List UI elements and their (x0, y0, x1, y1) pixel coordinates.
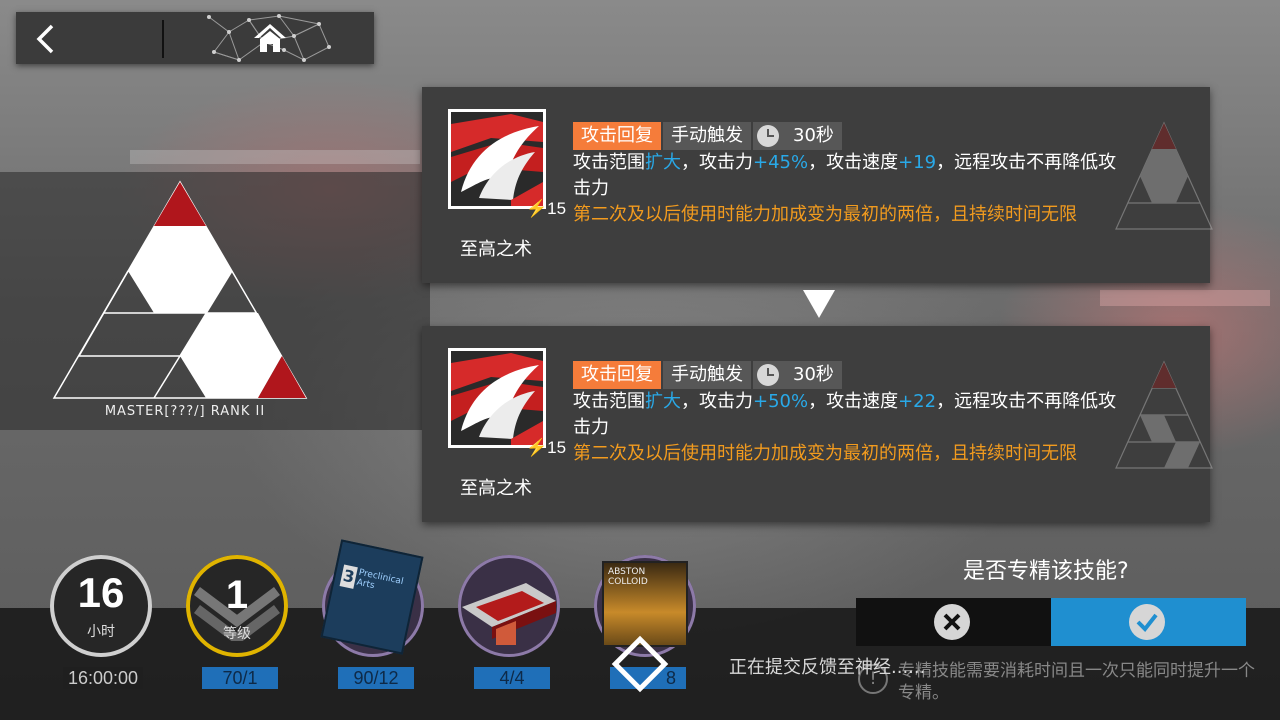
home-icon (254, 24, 286, 52)
mastery-hint: 专精技能需要消耗时间且一次只能同时提升一个专精。 (898, 661, 1255, 703)
sp-cost: ⚡15 (526, 199, 566, 219)
sp-cost-value: 15 (547, 199, 567, 218)
skill-name: 至高之术 (460, 478, 532, 499)
cost-item-book[interactable]: 3 Preclinical Arts 90/12 (320, 539, 428, 695)
book-count: 90/12 (338, 667, 414, 689)
home-button[interactable] (164, 12, 374, 64)
aspd-bonus: +19 (898, 152, 937, 173)
atk-bonus: +45% (753, 152, 809, 173)
chevron-left-icon (36, 24, 54, 54)
claw-emblem-icon (451, 353, 543, 445)
chip-item-icon (462, 583, 556, 645)
top-nav (16, 12, 374, 64)
sp-type-tag: 攻击回复 (573, 122, 661, 150)
current-skill-panel: ⚡15 至高之术 攻击回复 手动触发 30秒 攻击范围扩大，攻击力+45%，攻击… (422, 87, 1213, 283)
mastery-rank-emblem (52, 180, 308, 399)
upgrade-arrow-icon (803, 290, 835, 318)
desc-text: 攻击范围 (573, 152, 645, 173)
claw-emblem-icon (451, 114, 543, 206)
confirm-question: 是否专精该技能? (963, 559, 1129, 584)
skill-name: 至高之术 (460, 239, 532, 260)
sp-cost-value: 15 (547, 438, 567, 457)
desc-text: ，攻击力 (681, 391, 753, 412)
clock-icon (757, 364, 779, 386)
skill-tags: 攻击回复 手动触发 30秒 (573, 361, 842, 389)
duration-value: 30秒 (793, 364, 834, 385)
lightning-icon: ⚡ (526, 199, 548, 218)
sp-cost: ⚡15 (526, 438, 566, 458)
close-icon (934, 604, 970, 640)
desc-highlight: 扩大 (645, 391, 681, 412)
next-skill-panel: ⚡15 至高之术 攻击回复 手动触发 30秒 攻击范围扩大，攻击力+50%，攻击… (422, 326, 1213, 522)
sp-type-tag: 攻击回复 (573, 361, 661, 389)
cost-time: 16 小时 16:00:00 (50, 555, 156, 695)
clock-icon (757, 125, 779, 147)
check-icon (1129, 604, 1165, 640)
skill-tags: 攻击回复 手动触发 30秒 (573, 122, 842, 150)
aspd-bonus: +22 (898, 391, 937, 412)
desc-text: 攻击范围 (573, 391, 645, 412)
lightning-icon: ⚡ (526, 438, 548, 457)
hours-label: 小时 (87, 624, 115, 640)
trigger-tag: 手动触发 (663, 361, 751, 389)
desc-highlight: 扩大 (645, 152, 681, 173)
trigger-tag: 手动触发 (663, 122, 751, 150)
confirm-button[interactable] (1051, 598, 1246, 646)
atk-bonus: +50% (753, 391, 809, 412)
time-remaining: 16:00:00 (63, 667, 143, 689)
desc-text: ，攻击速度 (808, 152, 899, 173)
background-stripe (1100, 290, 1270, 306)
colloid-label: ABSTON COLLOID (608, 567, 648, 587)
duration-tag: 30秒 (753, 361, 842, 389)
skill-description: 攻击范围扩大，攻击力+50%，攻击速度+22，远程攻击不再降低攻击力 第二次及以… (573, 389, 1133, 467)
cost-item-chip[interactable]: 4/4 (458, 555, 564, 695)
duration-tag: 30秒 (753, 122, 842, 150)
desc-text: ，攻击力 (681, 152, 753, 173)
cancel-button[interactable] (856, 598, 1051, 646)
hours-value: 16 (77, 569, 125, 616)
duration-value: 30秒 (793, 125, 834, 146)
rank-triangle-icon (1115, 121, 1213, 230)
back-button[interactable] (16, 12, 162, 64)
background-stripe (130, 150, 420, 164)
level-label: 等级 (223, 626, 251, 642)
status-text: 正在提交反馈至神经...... (729, 657, 926, 678)
desc-text: ，攻击速度 (808, 391, 899, 412)
cost-level: 1 等级 70/1 (186, 555, 292, 695)
level-value: 1 (225, 573, 249, 617)
skill-icon (448, 348, 546, 448)
desc-extra: 第二次及以后使用时能力加成变为最初的两倍，且持续时间无限 (573, 443, 1077, 464)
level-requirement: 70/1 (202, 667, 278, 689)
emblem-label: MASTER[???/] RANK II (104, 404, 266, 419)
skill-icon (448, 109, 546, 209)
desc-extra: 第二次及以后使用时能力加成变为最初的两倍，且持续时间无限 (573, 204, 1077, 225)
chip-count: 4/4 (474, 667, 550, 689)
skill-description: 攻击范围扩大，攻击力+45%，攻击速度+19，远程攻击不再降低攻击力 第二次及以… (573, 150, 1133, 228)
book-title: Preclinical Arts (355, 567, 405, 592)
colloid-item-icon: ABSTON COLLOID (602, 561, 688, 647)
rank-triangle-icon (1115, 360, 1213, 469)
